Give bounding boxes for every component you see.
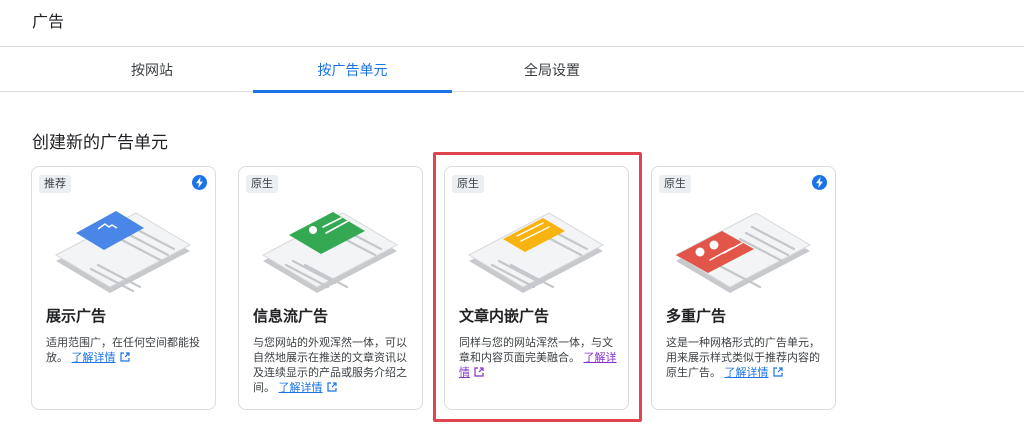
external-link-icon [119, 352, 130, 362]
bolt-icon [192, 175, 207, 190]
external-link-icon [474, 367, 484, 377]
app-header: 广告 [0, 0, 1024, 47]
section-title: 创建新的广告单元 [32, 133, 168, 153]
tab-global-settings[interactable]: 全局设置 [452, 48, 652, 92]
in-article-ad-illustration [467, 212, 605, 293]
external-link-icon [772, 367, 783, 377]
card-display-ads[interactable]: 推荐 展示广告 适用范围广，在任何空间都能投放。 了解详情 [31, 166, 216, 410]
card-badge: 推荐 [39, 175, 71, 193]
card-badge: 原生 [452, 175, 484, 193]
tab-by-ad-unit[interactable]: 按广告单元 [253, 48, 452, 93]
display-ad-illustration [54, 211, 192, 293]
card-in-article-ads[interactable]: 原生 文章内嵌广告 同样与您的网站浑然一体，与文章和内容页面完美融合。 了解详情 [444, 166, 629, 410]
tab-by-site[interactable]: 按网站 [52, 48, 252, 92]
card-description: 同样与您的网站浑然一体，与文章和内容页面完美融合。 了解详情 [459, 335, 619, 380]
card-badge: 原生 [659, 175, 691, 193]
card-title: 文章内嵌广告 [459, 307, 550, 325]
page-title: 广告 [32, 12, 65, 31]
external-link-icon [326, 382, 337, 392]
card-description: 适用范围广，在任何空间都能投放。 了解详情 [46, 335, 206, 365]
card-badge: 原生 [246, 175, 278, 193]
bolt-icon [812, 175, 827, 190]
card-title: 多重广告 [666, 307, 727, 325]
card-title: 展示广告 [46, 307, 107, 325]
learn-more-link[interactable]: 了解详情 [72, 351, 116, 364]
card-description: 这是一种网格形式的广告单元，用来展示样式类似于推荐内容的原生广告。 了解详情 [666, 335, 826, 380]
learn-more-link[interactable]: 了解详情 [725, 366, 769, 379]
tab-bar: 按网站 按广告单元 全局设置 [0, 48, 1024, 93]
card-description: 与您网站的外观浑然一体，可以自然地展示在推送的文章资讯以及连续显示的产品或服务介… [253, 335, 413, 395]
learn-more-link[interactable]: 了解详情 [279, 381, 323, 394]
card-in-feed-ads[interactable]: 原生 信息流广告 与您网站的外观浑然一体，可以自然地展示在推送的文章资讯以及连续… [238, 166, 423, 410]
card-multiplex-ads[interactable]: 原生 多重广告 这是一种网格形式的广告单元，用来展示样式类似于推荐内容的原生广告… [651, 166, 836, 410]
multiplex-ad-illustration [674, 212, 812, 293]
in-feed-ad-illustration [261, 212, 399, 293]
card-title: 信息流广告 [253, 307, 329, 325]
